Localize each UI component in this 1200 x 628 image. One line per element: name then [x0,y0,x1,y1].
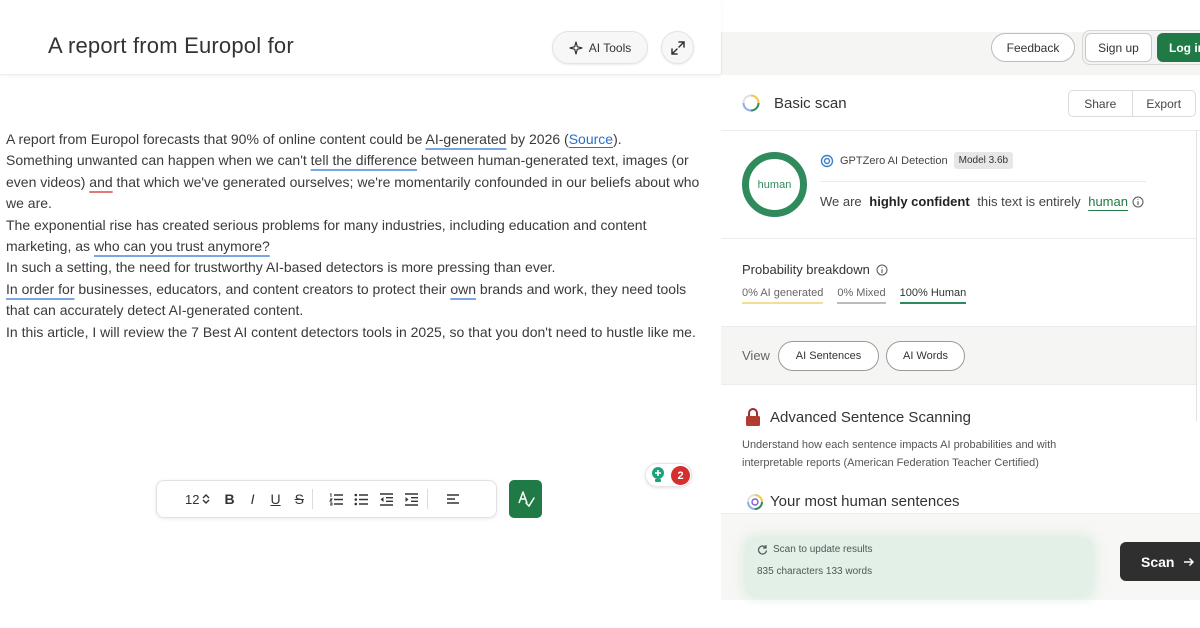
document-paragraph[interactable]: In order for businesses, educators, and … [6,279,706,322]
spellcheck-button[interactable] [509,480,542,518]
bold-button[interactable]: B [224,487,234,511]
indent-icon [404,492,418,506]
info-icon[interactable] [876,264,888,276]
document-title[interactable]: A report from Europol for [48,33,294,59]
numbered-list-button[interactable] [328,487,344,511]
scan-title: Basic scan [774,95,847,112]
info-icon[interactable] [1132,196,1144,208]
verdict-middle: this text is entirely [973,194,1085,209]
strikethrough-button[interactable]: S [295,487,304,511]
style-suggestion[interactable]: own [450,281,476,297]
character-count: 835 characters 133 words [757,566,873,577]
expand-icon [670,40,685,55]
outdent-icon [379,492,393,506]
verdict-divider [820,181,1146,182]
probability-section [721,239,1200,327]
expand-button[interactable] [661,31,694,64]
probability-items: 0% AI generated 0% Mixed 100% Human [742,287,967,304]
toolbar-divider [311,489,313,509]
detector-name: GPTZero AI Detection [840,154,948,167]
scan-status-icon [742,94,760,112]
toolbar-divider [426,489,428,509]
most-human-icon [747,494,763,510]
ai-tools-button[interactable]: AI Tools [552,31,648,64]
updown-icon [202,494,210,504]
font-size-select[interactable]: 12 [185,487,210,511]
spellcheck-icon [517,491,535,508]
document-paragraph[interactable]: In this article, I will review the 7 Bes… [6,322,706,343]
probability-human: 100% Human [899,287,967,304]
grammar-suggestion[interactable]: and [89,174,112,190]
probability-title: Probability breakdown [742,262,888,277]
bullet-list-icon [354,493,368,505]
arrow-right-icon [1184,557,1195,566]
model-badge: Model 3.6b [953,152,1014,169]
feedback-button[interactable]: Feedback [991,33,1075,62]
scan-update-status: Scan to update results [757,544,873,555]
style-suggestion[interactable]: tell the difference [311,152,417,168]
detector-info: GPTZero AI Detection Model 3.6b [820,152,1014,169]
document-paragraph[interactable]: A report from Europol forecasts that 90%… [6,129,706,150]
text-run: businesses, educators, and content creat… [74,280,451,297]
most-human-title: Your most human sentences [770,493,960,510]
view-label: View [742,348,770,363]
sparkle-icon [569,40,583,55]
font-size-value: 12 [185,491,200,507]
italic-button[interactable]: I [251,487,255,511]
side-drawer-edge [1196,131,1200,421]
style-suggestion[interactable]: In order for [6,281,74,297]
text-run: ). [613,131,622,147]
document-paragraph[interactable]: In such a setting, the need for trustwor… [6,257,706,278]
align-button[interactable] [446,487,460,511]
share-button[interactable]: Share [1069,91,1132,116]
scan-button[interactable]: Scan [1120,542,1200,581]
indent-button[interactable] [404,487,419,511]
text-run: In such a setting, the need for trustwor… [6,259,556,276]
outdent-button[interactable] [379,487,394,511]
assistant-bulb-icon [652,467,664,482]
document-body[interactable]: A report from Europol forecasts that 90%… [6,129,706,343]
ai-tools-label: AI Tools [588,40,632,55]
gptzero-logo-icon [820,154,834,167]
ai-words-button[interactable]: AI Words [886,341,965,371]
text-run: by 2026 ( [506,131,569,147]
numbered-list-icon [328,493,343,505]
probability-title-text: Probability breakdown [742,262,870,277]
probability-ai: 0% AI generated [742,287,824,304]
bullet-list-button[interactable] [354,487,369,511]
underline-button[interactable]: U [270,487,280,511]
share-export-group: Share Export [1068,90,1196,117]
scan-update-text: Scan to update results [773,544,873,555]
signup-button[interactable]: Sign up [1085,33,1152,62]
export-button[interactable]: Export [1131,91,1196,116]
verdict-confidence: highly confident [869,194,970,209]
text-run: In this article, I will review the 7 Bes… [6,323,696,340]
refresh-icon [758,545,768,555]
align-left-icon [446,494,459,504]
document-paragraph[interactable]: The exponential rise has created serious… [6,215,706,258]
human-score-ring: human [742,152,807,217]
issue-count-badge: 2 [671,466,690,485]
scan-button-label: Scan [1141,553,1175,570]
document-paragraph[interactable]: Something unwanted can happen when we ca… [6,150,706,214]
style-suggestion[interactable]: who can you trust anymore? [94,238,270,254]
format-toolbar: 12 B I U S [156,480,497,518]
style-suggestion[interactable]: AI-generated [425,131,506,147]
verdict-prefix: We are [820,194,866,209]
source-link[interactable]: Source [569,131,613,147]
advanced-description: Understand how each sentence impacts AI … [742,439,1057,469]
text-run: A report from Europol forecasts that 90%… [6,131,426,147]
verdict-text: We are highly confident this text is ent… [820,194,1144,209]
editor-pane: A report from Europol for AI Tools A rep… [0,0,721,628]
probability-mixed: 0% Mixed [837,287,886,304]
advanced-title: Advanced Sentence Scanning [770,409,971,426]
text-run: Something unwanted can happen when we ca… [6,152,311,169]
verdict-human-word[interactable]: human [1088,194,1128,209]
grammar-assistant-badge[interactable]: 2 [645,463,692,487]
login-button[interactable]: Log in [1157,33,1200,62]
lock-icon [746,408,760,426]
ai-sentences-button[interactable]: AI Sentences [778,341,879,371]
